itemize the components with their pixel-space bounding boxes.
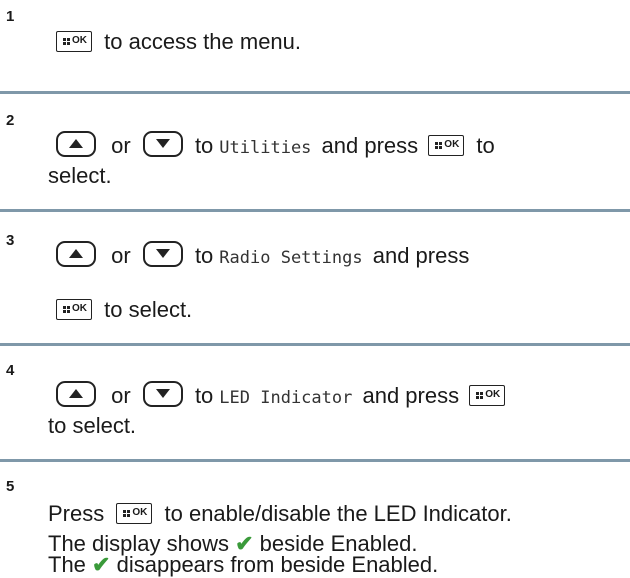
menu-ok-key-icon: OK: [56, 298, 92, 320]
menu-item-name: Utilities: [219, 138, 312, 158]
checkmark-icon: ✔: [92, 552, 111, 577]
down-arrow-key-icon: [142, 131, 183, 158]
step-number: 1: [6, 8, 15, 25]
step-divider: [0, 459, 630, 462]
step-4-line-1: or to LED Indicator and press OK: [56, 381, 506, 411]
up-arrow-key-icon: [56, 381, 96, 408]
step-number: 2: [6, 112, 15, 129]
step-number: 3: [6, 232, 15, 249]
step-5-line-3: The ✔ disappears from beside Enabled.: [48, 552, 439, 577]
down-arrow-key-icon: [142, 381, 183, 408]
step-divider: [0, 209, 630, 212]
procedure-page: 1 OK to access the menu. 2 or to Utilitie…: [0, 0, 630, 577]
step-divider: [0, 91, 630, 94]
menu-ok-key-icon: OK: [428, 134, 465, 156]
step-number: 4: [6, 362, 15, 379]
menu-item-name: Radio Settings: [219, 248, 363, 268]
menu-ok-key-icon: OK: [469, 384, 506, 406]
step-number: 5: [6, 478, 15, 495]
up-arrow-key-icon: [56, 131, 96, 158]
menu-item-name: LED Indicator: [219, 388, 353, 408]
step-5-line-1: Press OK to enable/disable the LED Indic…: [48, 501, 512, 526]
menu-ok-key-icon: OK: [56, 30, 92, 52]
step-2-line-1: or to Utilities and press OK to: [56, 131, 495, 161]
step-3-line-2: OK to select.: [56, 297, 192, 323]
step-text: to select.: [48, 413, 137, 438]
up-arrow-key-icon: [56, 241, 96, 268]
step-text: to access the menu.: [104, 29, 302, 54]
step-3-line-1: or to Radio Settings and press: [56, 241, 469, 271]
down-arrow-key-icon: [142, 241, 183, 268]
step-text: select.: [48, 163, 112, 188]
menu-ok-key-icon: OK: [116, 502, 153, 524]
step-divider: [0, 343, 630, 346]
step-1-line: OK to access the menu.: [56, 29, 301, 55]
